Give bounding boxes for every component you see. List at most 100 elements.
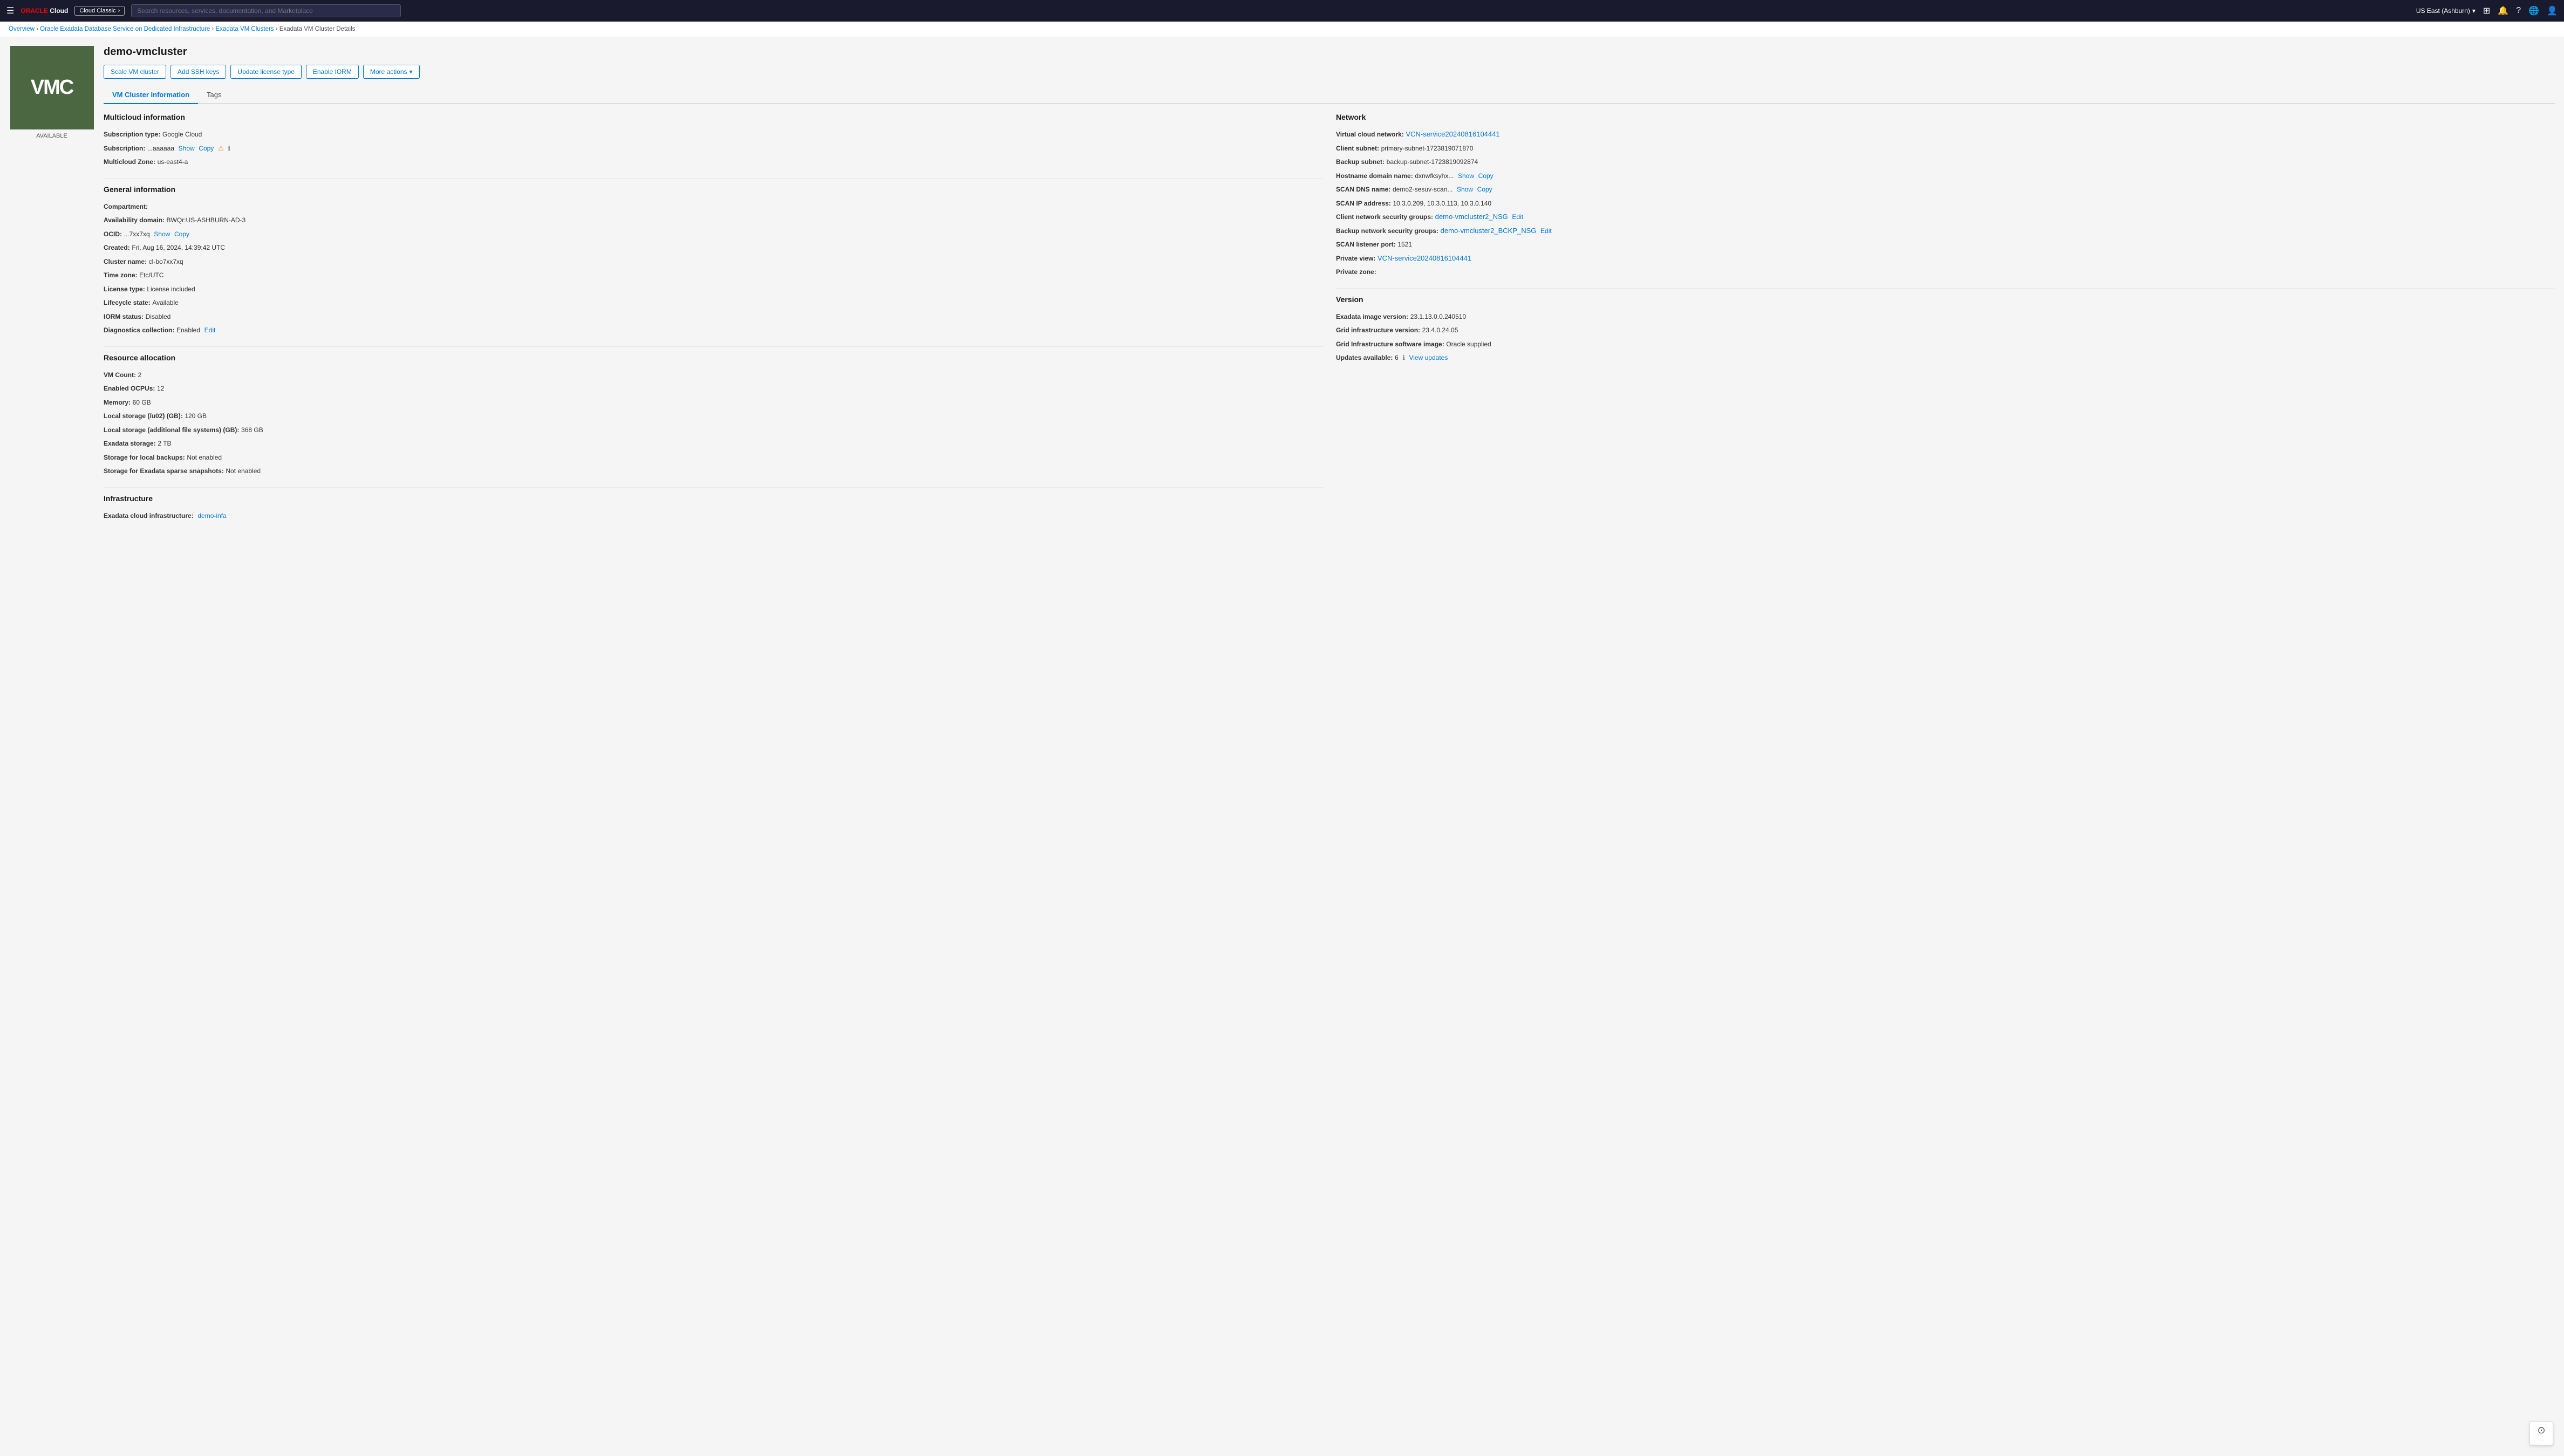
page-title: demo-vmcluster (104, 46, 187, 58)
tab-vm-cluster-information[interactable]: VM Cluster Information (104, 86, 198, 104)
search-input[interactable] (131, 4, 401, 17)
private-view-link[interactable]: VCN-service20240816104441 (1378, 254, 1471, 262)
view-updates-link[interactable]: View updates (1409, 354, 1448, 361)
client-nsg-edit-link[interactable]: Edit (1512, 213, 1523, 221)
field-vm-count: VM Count: 2 (104, 370, 1323, 380)
breadcrumb-current: Exadata VM Cluster Details (279, 26, 356, 32)
field-time-zone: Time zone: Etc/UTC (104, 270, 1323, 281)
client-nsg-link[interactable]: demo-vmcluster2_NSG (1435, 213, 1508, 221)
infrastructure-title: Infrastructure (104, 494, 1323, 505)
cloud-classic-button[interactable]: Cloud Classic › (74, 6, 125, 16)
nav-right: US East (Ashburn) ▾ ⊞ 🔔 ? 🌐 👤 (2416, 5, 2558, 16)
scale-vm-cluster-label: Scale VM cluster (111, 68, 159, 76)
field-ocid: OCID: ...7xx7xq Show Copy (104, 229, 1323, 240)
top-navigation: ☰ ORACLE Cloud Cloud Classic › US East (… (0, 0, 2564, 22)
ocid-copy-link[interactable]: Copy (174, 230, 189, 238)
general-section: General information Compartment: Availab… (104, 185, 1323, 336)
resource-allocation-title: Resource allocation (104, 353, 1323, 364)
version-section: Version Exadata image version: 23.1.13.0… (1336, 295, 2555, 363)
scan-dns-show-link[interactable]: Show (1457, 186, 1473, 193)
updates-info-icon: ℹ (1402, 354, 1405, 361)
info-icon: ℹ (228, 145, 230, 152)
backup-nsg-edit-link[interactable]: Edit (1540, 227, 1552, 235)
content-grid: Multicloud information Subscription type… (104, 113, 2555, 531)
help-circle-icon: ⊙ (2537, 1425, 2545, 1436)
hostname-show-link[interactable]: Show (1458, 172, 1474, 180)
backup-nsg-link[interactable]: demo-vmcluster2_BCKP_NSG (1441, 227, 1537, 235)
chevron-right-icon: › (118, 8, 120, 14)
breadcrumb-overview[interactable]: Overview (9, 26, 35, 32)
field-cluster-name: Cluster name: cl-bo7xx7xq (104, 256, 1323, 267)
tab-tags[interactable]: Tags (198, 86, 230, 104)
field-subscription: Subscription: ...aaaaaa Show Copy ⚠ ℹ (104, 143, 1323, 154)
ocid-show-link[interactable]: Show (154, 230, 170, 238)
bell-icon[interactable]: 🔔 (2498, 5, 2508, 16)
network-title: Network (1336, 113, 2555, 124)
scan-dns-copy-link[interactable]: Copy (1477, 186, 1492, 193)
infrastructure-section: Infrastructure Exadata cloud infrastruct… (104, 494, 1323, 521)
vcn-link[interactable]: VCN-service20240816104441 (1406, 130, 1499, 138)
vmc-logo: VMC (10, 46, 94, 129)
title-row: demo-vmcluster (104, 46, 2555, 58)
diagnostics-edit-link[interactable]: Edit (204, 326, 216, 334)
breadcrumb-exadata[interactable]: Oracle Exadata Database Service on Dedic… (40, 26, 210, 32)
region-label: US East (Ashburn) (2416, 7, 2470, 15)
help-icon[interactable]: ? (2516, 6, 2521, 16)
right-panel: demo-vmcluster Scale VM cluster Add SSH … (104, 46, 2555, 1446)
enable-iorm-button[interactable]: Enable IORM (306, 65, 359, 79)
field-diagnostics-collection: Diagnostics collection: Enabled Edit (104, 325, 1323, 336)
field-compartment: Compartment: (104, 201, 1323, 212)
grid-icon[interactable]: ⊞ (2483, 5, 2490, 16)
chevron-down-icon: ▾ (410, 68, 413, 76)
field-vcn: Virtual cloud network: VCN-service202408… (1336, 129, 2555, 140)
warning-icon: ⚠ (218, 145, 224, 152)
globe-icon[interactable]: 🌐 (2528, 5, 2539, 16)
field-subscription-type: Subscription type: Google Cloud (104, 129, 1323, 140)
subscription-copy-link[interactable]: Copy (199, 145, 214, 152)
field-memory: Memory: 60 GB (104, 397, 1323, 408)
cloud-classic-label: Cloud Classic (79, 8, 115, 14)
field-local-storage-additional: Local storage (additional file systems) … (104, 425, 1323, 435)
chevron-down-icon: ▾ (2472, 7, 2476, 15)
breadcrumb-vm-clusters[interactable]: Exadata VM Clusters (216, 26, 274, 32)
field-storage-sparse-snapshots: Storage for Exadata sparse snapshots: No… (104, 466, 1323, 476)
multicloud-title: Multicloud information (104, 113, 1323, 124)
field-client-nsg: Client network security groups: demo-vmc… (1336, 211, 2555, 222)
profile-icon[interactable]: 👤 (2547, 5, 2558, 16)
field-enabled-ocpus: Enabled OCPUs: 12 (104, 383, 1323, 394)
vmc-logo-text: VMC (31, 76, 73, 99)
field-scan-listener-port: SCAN listener port: 1521 (1336, 239, 2555, 250)
resource-allocation-section: Resource allocation VM Count: 2 Enabled … (104, 353, 1323, 476)
add-ssh-keys-button[interactable]: Add SSH keys (171, 65, 226, 79)
field-lifecycle-state: Lifecycle state: Available (104, 297, 1323, 308)
field-scan-ip-address: SCAN IP address: 10.3.0.209, 10.3.0.113,… (1336, 198, 2555, 209)
update-license-type-label: Update license type (237, 68, 294, 76)
field-private-zone: Private zone: (1336, 266, 2555, 277)
toolbar: Scale VM cluster Add SSH keys Update lic… (104, 65, 2555, 79)
breadcrumb-separator: › (276, 26, 279, 32)
more-actions-label: More actions (370, 68, 407, 76)
breadcrumb: Overview › Oracle Exadata Database Servi… (0, 22, 2564, 37)
status-badge: AVAILABLE (36, 133, 67, 139)
hamburger-menu-icon[interactable]: ☰ (6, 5, 14, 16)
fab-dots-icon: ··· (2539, 1438, 2545, 1443)
field-backup-subnet: Backup subnet: backup-subnet-17238190928… (1336, 156, 2555, 167)
field-availability-domain: Availability domain: BWQr:US-ASHBURN-AD-… (104, 215, 1323, 225)
field-scan-dns-name: SCAN DNS name: demo2-sesuv-scan... Show … (1336, 184, 2555, 195)
field-iorm-status: IORM status: Disabled (104, 311, 1323, 322)
multicloud-section: Multicloud information Subscription type… (104, 113, 1323, 167)
help-fab-button[interactable]: ⊙ ··· (2529, 1421, 2553, 1445)
field-exadata-storage: Exadata storage: 2 TB (104, 438, 1323, 449)
enable-iorm-label: Enable IORM (313, 68, 352, 76)
more-actions-button[interactable]: More actions ▾ (363, 65, 420, 79)
update-license-type-button[interactable]: Update license type (230, 65, 301, 79)
infra-link[interactable]: demo-infa (197, 512, 226, 519)
subscription-show-link[interactable]: Show (179, 145, 195, 152)
field-exadata-cloud-infrastructure: Exadata cloud infrastructure: demo-infa (104, 510, 1323, 521)
region-selector[interactable]: US East (Ashburn) ▾ (2416, 7, 2476, 15)
field-updates-available: Updates available: 6 ℹ View updates (1336, 352, 2555, 363)
general-title: General information (104, 185, 1323, 196)
field-local-storage-u02: Local storage (/u02) (GB): 120 GB (104, 411, 1323, 421)
scale-vm-cluster-button[interactable]: Scale VM cluster (104, 65, 166, 79)
hostname-copy-link[interactable]: Copy (1478, 172, 1494, 180)
